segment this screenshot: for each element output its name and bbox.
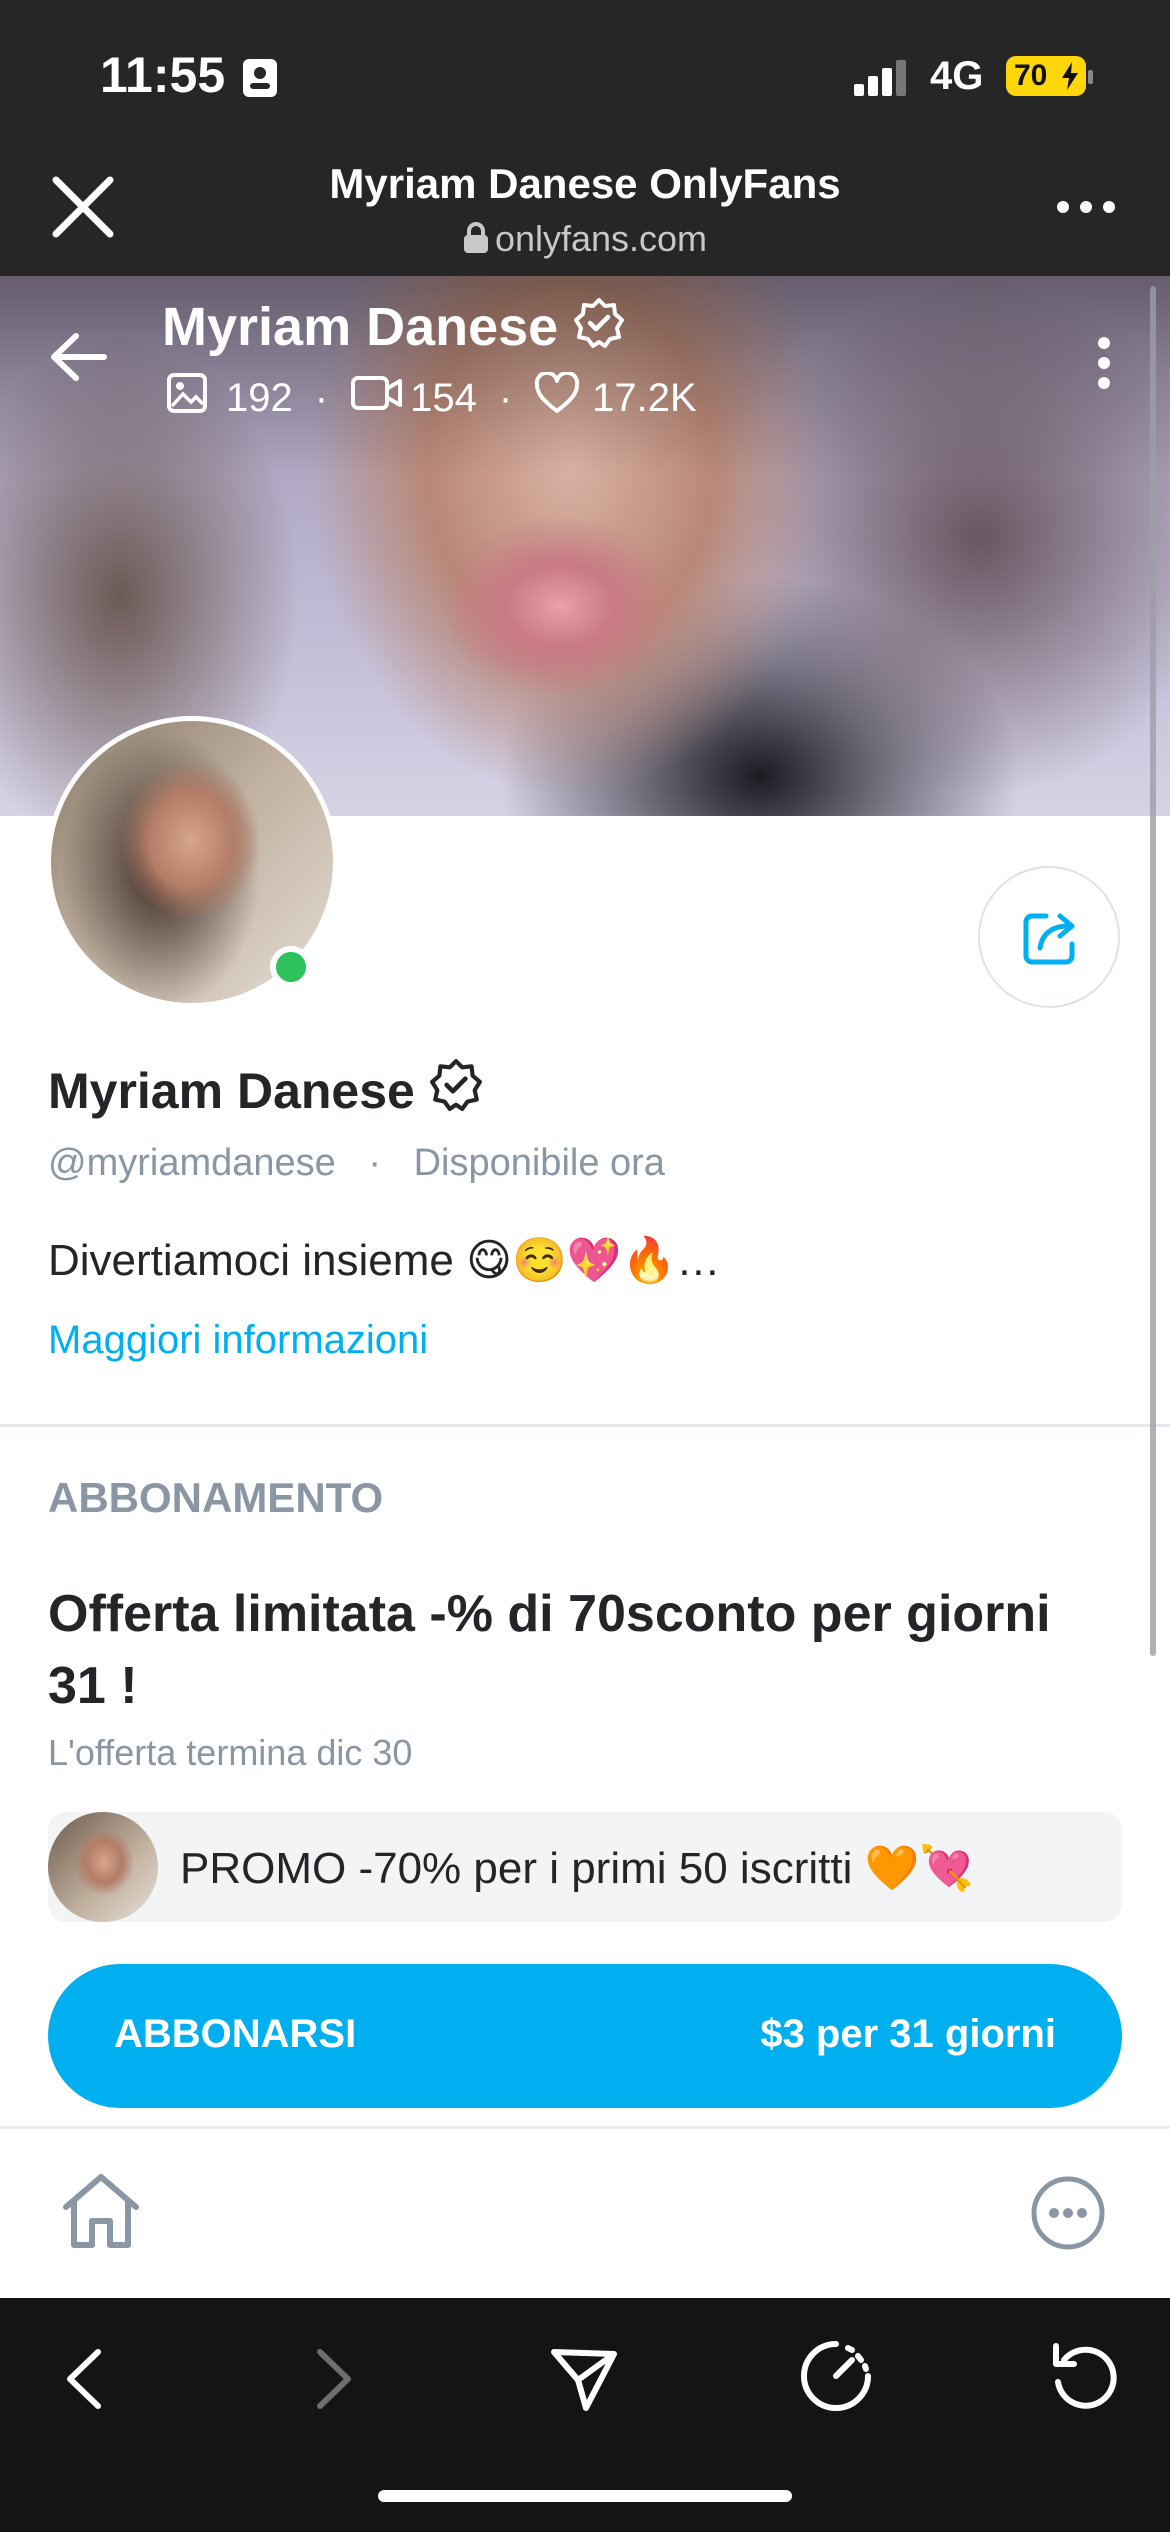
battery-cap bbox=[1088, 70, 1093, 84]
chevron-right-icon[interactable] bbox=[312, 2346, 358, 2417]
home-icon[interactable] bbox=[58, 2171, 144, 2256]
more-vertical-icon[interactable] bbox=[1094, 336, 1114, 395]
signal-icon bbox=[852, 58, 910, 101]
subscription-section-title: ABBONAMENTO bbox=[48, 1474, 384, 1521]
availability-status: Disponibile ora bbox=[413, 1142, 665, 1184]
dot-separator: · bbox=[368, 1142, 382, 1184]
promo-message: PROMO -70% per i primi 50 iscritti 🧡💘 bbox=[48, 1812, 1122, 1922]
subscribe-button-price: $3 per 31 giorni bbox=[760, 2012, 1056, 2056]
profile-handle[interactable]: @myriamdanese bbox=[48, 1142, 336, 1184]
offer-title-line1: Offerta limitata -% di 70sconto per gior… bbox=[48, 1585, 1051, 1643]
cover-name-text: Myriam Danese bbox=[162, 297, 559, 357]
offer-title-line2: 31 ! bbox=[48, 1657, 138, 1715]
home-indicator bbox=[378, 2490, 792, 2502]
battery-level: 70 bbox=[1014, 59, 1048, 92]
lock-icon bbox=[463, 221, 489, 263]
reload-icon[interactable] bbox=[1048, 2338, 1120, 2419]
heart-icon bbox=[534, 370, 580, 424]
dot-separator: · bbox=[314, 375, 329, 420]
browser-bottom-toolbar bbox=[0, 2298, 1170, 2532]
video-icon bbox=[350, 375, 404, 421]
more-menu-icon[interactable] bbox=[1030, 2175, 1106, 2256]
videos-count: 154 bbox=[410, 375, 477, 420]
more-info-link[interactable]: Maggiori informazioni bbox=[48, 1318, 428, 1363]
arrow-left-icon[interactable] bbox=[48, 332, 108, 387]
verified-badge-icon bbox=[573, 297, 625, 362]
close-icon[interactable] bbox=[50, 174, 116, 245]
cover-name: Myriam Danese bbox=[162, 296, 625, 362]
id-card-icon bbox=[242, 58, 278, 103]
battery-indicator: 70 bbox=[1006, 56, 1086, 96]
likes-count: 17.2K bbox=[592, 375, 697, 420]
browser-url: onlyfans.com bbox=[200, 218, 970, 263]
share-button[interactable] bbox=[978, 866, 1120, 1008]
browser-title: Myriam Danese OnlyFans bbox=[329, 160, 841, 207]
dot-separator: · bbox=[498, 375, 513, 420]
chevron-left-icon[interactable] bbox=[60, 2346, 106, 2417]
profile-meta: @myriamdanese · Disponibile ora bbox=[48, 1142, 665, 1185]
promo-avatar bbox=[48, 1812, 158, 1922]
charging-icon bbox=[1060, 62, 1080, 95]
profile-bio: Divertiamoci insieme 😋☺️💖🔥… bbox=[48, 1236, 721, 1285]
status-time: 11:55 bbox=[100, 47, 226, 103]
promo-text: PROMO -70% per i primi 50 iscritti 🧡💘 bbox=[180, 1844, 975, 1893]
share-icon bbox=[1020, 906, 1082, 973]
image-icon bbox=[166, 372, 208, 424]
network-label: 4G bbox=[930, 54, 984, 98]
subscribe-button[interactable]: ABBONARSI $3 per 31 giorni bbox=[48, 1964, 1122, 2108]
status-bar: 11:55 4G 70 bbox=[0, 0, 1170, 150]
offer-title: Offerta limitata -% di 70sconto per gior… bbox=[48, 1578, 1128, 1722]
online-status-dot bbox=[270, 946, 312, 988]
more-horizontal-icon[interactable] bbox=[1056, 200, 1116, 219]
app-bottom-nav bbox=[0, 2126, 1170, 2298]
section-divider bbox=[0, 1424, 1170, 1427]
browser-top-bar: Myriam Danese OnlyFans onlyfans.com bbox=[0, 150, 1170, 276]
cover-stats: 192 · 154 · 17.2K bbox=[166, 370, 697, 424]
verified-badge-icon bbox=[429, 1058, 483, 1124]
browser-url-text: onlyfans.com bbox=[494, 218, 708, 259]
speedometer-icon[interactable] bbox=[798, 2338, 874, 2419]
subscribe-button-label: ABBONARSI bbox=[114, 2012, 357, 2056]
offer-end-date: L'offerta termina dic 30 bbox=[48, 1732, 413, 1773]
profile-name: Myriam Danese bbox=[48, 1058, 483, 1124]
profile-name-text: Myriam Danese bbox=[48, 1063, 415, 1119]
photos-count: 192 bbox=[226, 375, 293, 420]
scrollbar[interactable] bbox=[1150, 286, 1156, 1656]
send-icon[interactable] bbox=[548, 2342, 620, 2419]
